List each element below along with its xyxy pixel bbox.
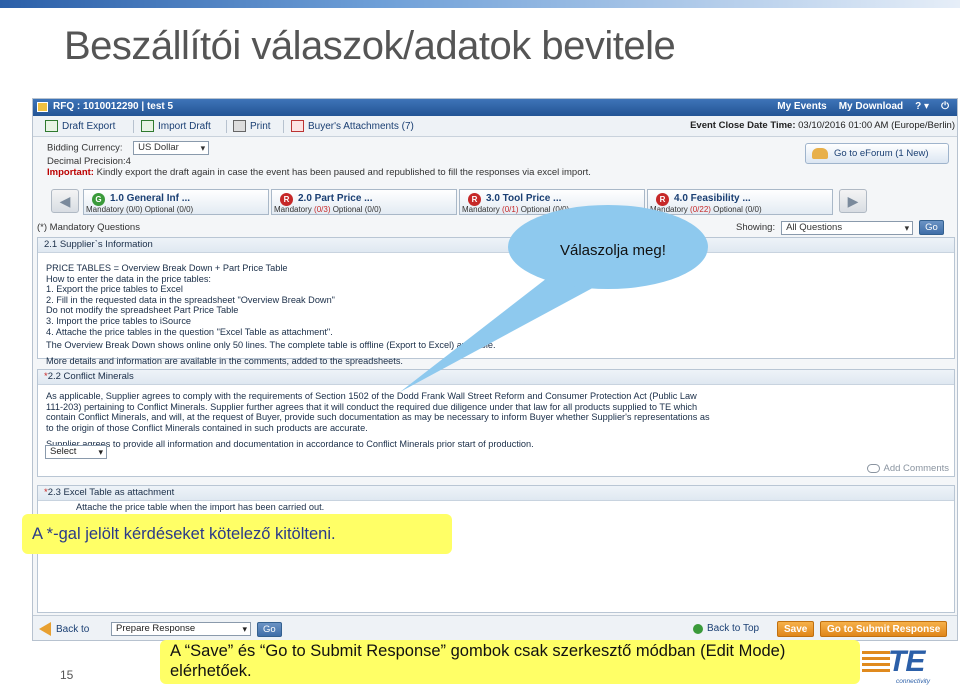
decimal-precision: Decimal Precision:4 [47,156,131,167]
showing-filter: Showing: All Questions Go [736,220,944,235]
currency-select[interactable]: US Dollar [133,141,210,155]
back-to-select[interactable]: Prepare Response [111,622,251,636]
toolbar: Draft Export Import Draft Print Buyer's … [33,116,957,137]
section-tab-feasibility[interactable]: R 4.0 Feasibility ... Mandatory (0/22) O… [647,189,833,215]
bidding-currency: Bidding Currency: US Dollar [47,141,210,155]
prev-section-arrow-icon[interactable]: ◀ [51,189,79,213]
up-arrow-icon [693,623,703,634]
section-tab-general[interactable]: G 1.0 General Inf ... Mandatory (0/0) Op… [83,189,269,215]
rfq-icon [37,102,48,112]
te-connectivity-logo: TE connectivity [862,645,942,687]
back-arrow-icon [39,622,51,636]
question-header: 2.2 Conflict Minerals [47,371,134,382]
print-button[interactable]: Print [233,120,271,132]
back-to-button[interactable]: Back to [39,622,89,636]
question-header: 2.3 Excel Table as attachment [47,487,175,498]
section-tabs: ◀ G 1.0 General Inf ... Mandatory (0/0) … [33,187,957,217]
go-to-submit-response-button[interactable]: Go to Submit Response [820,621,948,637]
showing-select[interactable]: All Questions [781,220,914,235]
go-to-eforum-button[interactable]: Go to eForum (1 New) [805,143,949,164]
question-header: 2.1 Supplier`s Information [38,238,954,253]
back-to-go-button[interactable]: Go [257,622,282,637]
buyers-attachments-button[interactable]: Buyer's Attachments (7) [291,120,414,132]
add-comments-button[interactable]: Add Comments [866,463,949,474]
app-header: RFQ : 1010012290 | test 5 My Events My D… [33,99,957,116]
power-icon[interactable]: ⏻ [941,101,949,112]
question-2-2: *2.2 Conflict Minerals As applicable, Su… [37,369,955,477]
next-section-arrow-icon[interactable]: ▶ [839,189,867,213]
mandatory-questions-legend: (*) Mandatory Questions [37,222,140,233]
excel-import-icon [141,120,154,132]
comment-icon [866,464,880,473]
isource-window: RFQ : 1010012290 | test 5 My Events My D… [32,98,958,641]
showing-go-button[interactable]: Go [919,220,944,235]
my-download-link[interactable]: My Download [839,101,903,112]
people-icon [812,148,828,159]
save-button[interactable]: Save [777,621,815,637]
bottom-action-bar: Back to Prepare Response Go Back to Top … [33,615,957,640]
slide-top-bar [0,0,960,8]
section-tab-part-price[interactable]: R 2.0 Part Price ... Mandatory (0/3) Opt… [271,189,457,215]
back-to-top-link[interactable]: Back to Top [693,623,759,634]
mandatory-note: A *-gal jelölt kérdéseket kötelező kitöl… [22,514,452,554]
import-draft-button[interactable]: Import Draft [141,120,211,132]
excel-export-icon [45,120,58,132]
attachment-icon [291,120,304,132]
draft-export-button[interactable]: Draft Export [45,120,115,132]
save-submit-note: A “Save” és “Go to Submit Response” gomb… [160,640,860,684]
my-events-link[interactable]: My Events [777,101,826,112]
page-number: 15 [60,668,74,682]
event-close-date: Event Close Date Time: 03/10/2016 01:00 … [690,120,955,131]
printer-icon [233,120,246,132]
rfq-title: RFQ : 1010012290 | test 5 [53,101,174,112]
important-note: Important: Kindly export the draft again… [47,167,591,178]
slide-title: Beszállítói válaszok/adatok bevitele [64,24,676,68]
help-menu[interactable]: ? ▾ [915,101,929,112]
conflict-minerals-answer-select[interactable]: Select [45,445,107,459]
callout-text: Válaszolja meg! [560,242,666,259]
question-2-1: 2.1 Supplier`s Information PRICE TABLES … [37,237,955,366]
